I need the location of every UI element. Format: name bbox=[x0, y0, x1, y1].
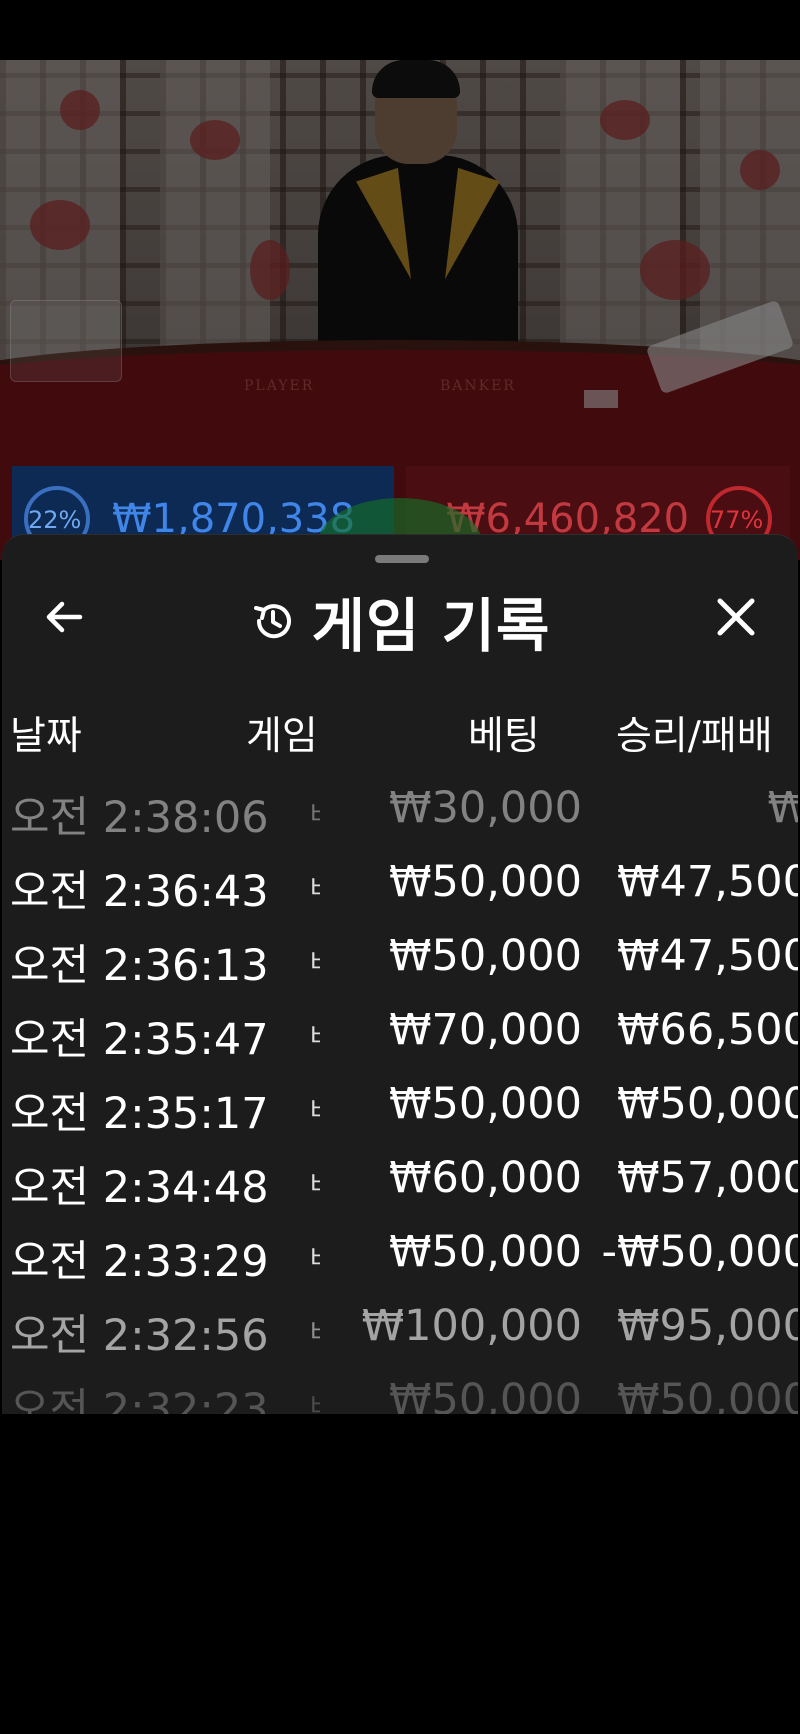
close-button[interactable] bbox=[708, 589, 764, 645]
table-row[interactable]: 오전 2:38:06 바 ₩30,000 ₩ bbox=[2, 771, 798, 845]
row-game: 바 bbox=[310, 1387, 320, 1415]
row-result: ₩47,500 bbox=[617, 857, 798, 907]
row-game: 바 bbox=[310, 1313, 320, 1350]
row-game: 바 bbox=[310, 1239, 320, 1276]
row-date: 오전 2:33:29 bbox=[10, 1237, 269, 1287]
history-list[interactable]: 오전 2:38:06 바 ₩30,000 ₩ 오전 2:36:43 바 ₩50,… bbox=[2, 771, 798, 1415]
table-row[interactable]: 오전 2:32:23 바 ₩50,000 ₩50,000 bbox=[2, 1363, 798, 1415]
row-result: ₩57,000 bbox=[617, 1153, 798, 1203]
column-header-game[interactable]: 게임 bbox=[246, 705, 318, 761]
row-bet: ₩70,000 bbox=[389, 1005, 582, 1055]
row-result: ₩47,500 bbox=[617, 931, 798, 981]
table-header: 날짜 게임 베팅 승리/패배 bbox=[2, 705, 798, 761]
column-header-result[interactable]: 승리/패배 bbox=[616, 705, 773, 761]
live-video-feed: PLAYER BANKER 22% ₩1,870,338 ₩6,460,820 … bbox=[0, 60, 800, 560]
row-bet: ₩50,000 bbox=[389, 1227, 582, 1277]
row-result: ₩50,000 bbox=[617, 1375, 798, 1415]
row-bet: ₩50,000 bbox=[389, 1079, 582, 1129]
table-row[interactable]: 오전 2:32:56 바 ₩100,000 ₩95,000 bbox=[2, 1289, 798, 1363]
row-game: 바 bbox=[310, 1017, 320, 1054]
table-row[interactable]: 오전 2:34:48 바 ₩60,000 ₩57,000 bbox=[2, 1141, 798, 1215]
table-row[interactable]: 오전 2:33:29 바 ₩50,000 -₩50,000 bbox=[2, 1215, 798, 1289]
sheet-drag-handle[interactable] bbox=[375, 555, 429, 563]
row-bet: ₩30,000 bbox=[389, 783, 582, 833]
row-bet: ₩50,000 bbox=[389, 1375, 582, 1415]
row-date: 오전 2:38:06 bbox=[10, 793, 269, 843]
row-game: 바 bbox=[310, 869, 320, 906]
row-game: 바 bbox=[310, 943, 320, 980]
row-game: 바 bbox=[310, 795, 320, 832]
close-icon bbox=[717, 598, 755, 636]
row-date: 오전 2:35:17 bbox=[10, 1089, 269, 1139]
row-date: 오전 2:32:23 bbox=[10, 1385, 269, 1415]
history-icon bbox=[253, 604, 291, 639]
banker-percent: 77% bbox=[710, 506, 764, 534]
row-date: 오전 2:36:43 bbox=[10, 867, 269, 917]
column-header-bet[interactable]: 베팅 bbox=[468, 705, 540, 761]
row-bet: ₩100,000 bbox=[361, 1301, 582, 1351]
player-percent: 22% bbox=[28, 506, 82, 534]
row-result: ₩95,000 bbox=[617, 1301, 798, 1351]
sheet-title: 게임 기록 bbox=[311, 592, 551, 660]
table-row[interactable]: 오전 2:36:43 바 ₩50,000 ₩47,500 bbox=[2, 845, 798, 919]
row-bet: ₩60,000 bbox=[389, 1153, 582, 1203]
row-game: 바 bbox=[310, 1165, 320, 1202]
row-bet: ₩50,000 bbox=[389, 857, 582, 907]
row-result: -₩50,000 bbox=[601, 1227, 799, 1277]
table-row[interactable]: 오전 2:36:13 바 ₩50,000 ₩47,500 bbox=[2, 919, 798, 993]
row-result: ₩ bbox=[582, 783, 798, 833]
game-history-sheet: 게임 기록 날짜 게임 베팅 승리/패배 오전 2:38:06 바 ₩30,00… bbox=[2, 534, 798, 1415]
row-date: 오전 2:35:47 bbox=[10, 1015, 269, 1065]
row-game: 바 bbox=[310, 1091, 320, 1128]
row-date: 오전 2:34:48 bbox=[10, 1163, 269, 1213]
sheet-header: 게임 기록 bbox=[2, 583, 798, 660]
row-date: 오전 2:32:56 bbox=[10, 1311, 269, 1361]
column-header-date[interactable]: 날짜 bbox=[10, 705, 82, 761]
table-row[interactable]: 오전 2:35:17 바 ₩50,000 ₩50,000 bbox=[2, 1067, 798, 1141]
row-result: ₩50,000 bbox=[617, 1079, 798, 1129]
row-bet: ₩50,000 bbox=[389, 931, 582, 981]
row-result: ₩66,500 bbox=[617, 1005, 798, 1055]
row-date: 오전 2:36:13 bbox=[10, 941, 269, 991]
table-row[interactable]: 오전 2:35:47 바 ₩70,000 ₩66,500 bbox=[2, 993, 798, 1067]
empty-area bbox=[0, 1414, 800, 1734]
